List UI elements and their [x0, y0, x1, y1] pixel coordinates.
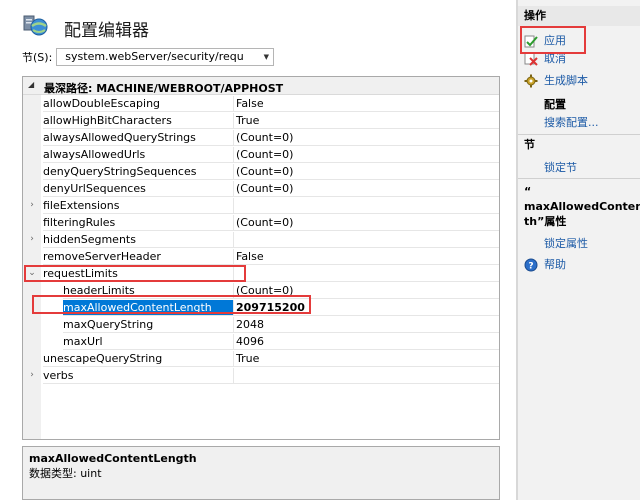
property-value[interactable]: (Count=0) [233, 283, 499, 299]
property-grid[interactable]: ◢ 最深路径: MACHINE/WEBROOT/APPHOST allowDou… [22, 76, 500, 440]
expand-toggle-icon[interactable]: › [27, 234, 37, 244]
help-label: 帮助 [544, 258, 566, 271]
generate-script-label: 生成脚本 [544, 74, 588, 87]
property-name[interactable]: maxAllowedContentLength [63, 300, 233, 316]
property-name[interactable]: allowHighBitCharacters [43, 113, 233, 129]
property-name[interactable]: denyUrlSequences [43, 181, 233, 197]
actions-pane: 操作 应用 取消 生成脚本 配置 搜索配置... 节 锁定节 “ maxAllo… [518, 0, 640, 500]
property-value[interactable]: True [233, 113, 499, 129]
property-name[interactable]: allowDoubleEscaping [43, 96, 233, 112]
property-name[interactable]: requestLimits [43, 266, 233, 282]
lock-section-link[interactable]: 锁定节 [544, 159, 577, 175]
grid-row[interactable]: allowDoubleEscaping False [23, 96, 499, 113]
config-label: 配置 [544, 98, 566, 111]
grid-row[interactable]: alwaysAllowedQueryStrings (Count=0) [23, 130, 499, 147]
grid-row[interactable]: maxAllowedContentLength 209715200 [23, 300, 499, 317]
config-editor-icon [23, 15, 48, 36]
chevron-down-icon[interactable]: ▼ [259, 49, 274, 65]
grid-header[interactable]: ◢ 最深路径: MACHINE/WEBROOT/APPHOST [23, 77, 499, 95]
property-value[interactable]: (Count=0) [233, 147, 499, 163]
property-value[interactable]: 209715200 [233, 300, 499, 316]
apply-label: 应用 [544, 34, 566, 47]
grid-row[interactable]: alwaysAllowedUrls (Count=0) [23, 147, 499, 164]
attribute-heading: “ maxAllowedContentL th”属性 [524, 185, 640, 228]
svg-text:?: ? [528, 262, 533, 272]
grid-row[interactable]: ⌄ requestLimits [23, 266, 499, 283]
grid-row[interactable]: headerLimits (Count=0) [23, 283, 499, 300]
expand-toggle-icon[interactable]: ⌄ [27, 268, 37, 278]
grid-row[interactable]: denyUrlSequences (Count=0) [23, 181, 499, 198]
property-value[interactable]: 4096 [233, 334, 499, 350]
collapse-icon[interactable]: ◢ [28, 80, 34, 89]
section-row: 节(S): system.webServer/security/requ ▼ [22, 48, 275, 66]
property-name[interactable]: hiddenSegments [43, 232, 233, 248]
section-heading: 节 [518, 135, 640, 155]
property-value[interactable]: (Count=0) [233, 130, 499, 146]
description-type: 数据类型: uint [29, 467, 102, 480]
property-value[interactable] [233, 266, 499, 282]
property-value[interactable] [233, 368, 499, 384]
lock-attribute-link[interactable]: 锁定属性 [544, 235, 588, 251]
section-select[interactable]: system.webServer/security/requ ▼ [56, 48, 275, 66]
property-name[interactable]: verbs [43, 368, 233, 384]
property-value[interactable] [233, 198, 499, 214]
property-name[interactable]: filteringRules [43, 215, 233, 231]
grid-row[interactable]: denyQueryStringSequences (Count=0) [23, 164, 499, 181]
grid-row[interactable]: removeServerHeader False [23, 249, 499, 266]
property-name[interactable]: alwaysAllowedUrls [43, 147, 233, 163]
description-panel: maxAllowedContentLength 数据类型: uint [22, 446, 500, 500]
grid-header-path: 最深路径: MACHINE/WEBROOT/APPHOST [44, 82, 284, 95]
section-label: 节(S): [22, 51, 53, 64]
search-config-link[interactable]: 搜索配置... [544, 114, 599, 130]
property-value[interactable]: (Count=0) [233, 164, 499, 180]
property-name[interactable]: fileExtensions [43, 198, 233, 214]
property-value[interactable]: 2048 [233, 317, 499, 333]
grid-row[interactable]: filteringRules (Count=0) [23, 215, 499, 232]
grid-row[interactable]: unescapeQueryString True [23, 351, 499, 368]
main-area: 配置编辑器 节(S): system.webServer/security/re… [0, 0, 516, 500]
property-value[interactable]: False [233, 96, 499, 112]
property-name[interactable]: headerLimits [63, 283, 233, 299]
property-name[interactable]: denyQueryStringSequences [43, 164, 233, 180]
cancel-label: 取消 [544, 52, 566, 65]
property-name[interactable]: alwaysAllowedQueryStrings [43, 130, 233, 146]
help-icon: ? [524, 258, 538, 272]
property-value[interactable]: (Count=0) [233, 181, 499, 197]
script-gear-icon [524, 74, 538, 88]
grid-row[interactable]: › verbs [23, 368, 499, 385]
separator [518, 178, 640, 179]
property-value[interactable] [233, 232, 499, 248]
property-value[interactable]: True [233, 351, 499, 367]
grid-row[interactable]: maxQueryString 2048 [23, 317, 499, 334]
description-title: maxAllowedContentLength [29, 452, 197, 465]
grid-row[interactable]: maxUrl 4096 [23, 334, 499, 351]
property-value[interactable]: (Count=0) [233, 215, 499, 231]
property-name[interactable]: removeServerHeader [43, 249, 233, 265]
grid-row[interactable]: › hiddenSegments [23, 232, 499, 249]
grid-row[interactable]: allowHighBitCharacters True [23, 113, 499, 130]
page-title: 配置编辑器 [64, 21, 149, 41]
property-name[interactable]: maxQueryString [63, 317, 233, 333]
section-select-value: system.webServer/security/requ [65, 50, 244, 63]
property-name[interactable]: unescapeQueryString [43, 351, 233, 367]
title-row: 配置编辑器 [0, 0, 516, 46]
grid-row[interactable]: › fileExtensions [23, 198, 499, 215]
property-value[interactable]: False [233, 249, 499, 265]
apply-icon [524, 35, 538, 48]
expand-toggle-icon[interactable]: › [27, 200, 37, 210]
expand-toggle-icon[interactable]: › [27, 370, 37, 380]
property-name[interactable]: maxUrl [63, 334, 233, 350]
cancel-icon [524, 52, 538, 66]
actions-heading: 操作 [518, 6, 640, 26]
